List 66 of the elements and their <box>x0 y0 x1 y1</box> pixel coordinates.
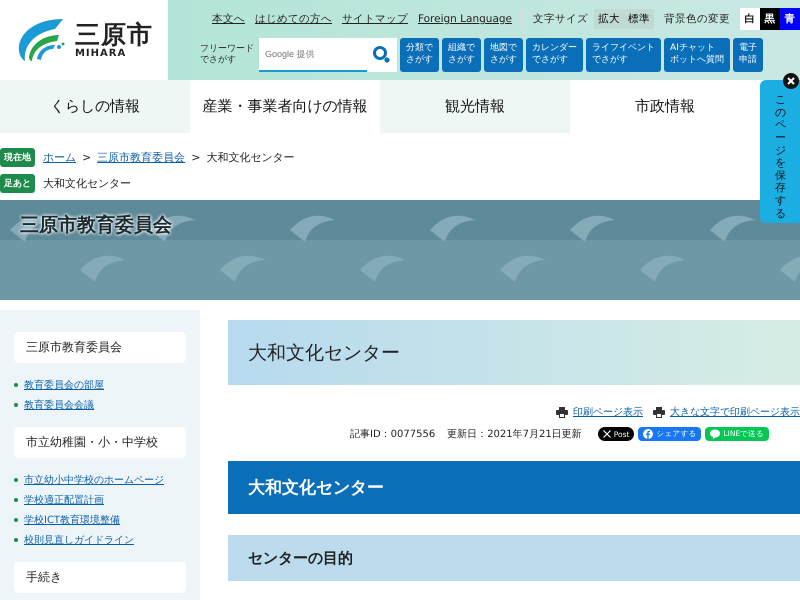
font-size-label: 文字サイズ <box>533 12 588 26</box>
utility-link[interactable]: はじめての方へ <box>254 12 332 26</box>
x-icon <box>602 430 611 438</box>
bullet-icon <box>14 518 18 522</box>
background-color-button[interactable]: 黒 <box>760 8 780 30</box>
sidebar-heading[interactable]: 手続き <box>14 562 186 593</box>
background-color-button[interactable]: 白 <box>740 8 760 30</box>
bullet-icon <box>14 403 18 407</box>
sidebar-heading[interactable]: 三原市教育委員会 <box>14 332 186 363</box>
font-size-button[interactable]: 標準 <box>624 9 654 29</box>
sidebar-link[interactable]: 学校ICT教育環境整備 <box>24 513 120 527</box>
bullet-icon <box>14 383 18 387</box>
quick-link-button[interactable]: 組織で さがす <box>442 38 481 72</box>
search-icon <box>372 45 392 65</box>
print-link[interactable]: 大きな文字で印刷ページ表示 <box>670 405 800 419</box>
chat-bubble-icon <box>710 429 720 439</box>
bullet-icon <box>14 498 18 502</box>
quick-link-button[interactable]: カレンダー でさがす <box>526 38 583 72</box>
breadcrumb-current: 大和文化センター <box>206 150 294 164</box>
font-size-button[interactable]: 拡大 <box>594 9 624 29</box>
search-label: フリーワード でさがす <box>200 44 254 66</box>
search-field[interactable]: Google 提供 <box>258 38 367 72</box>
footprint-text: 大和文化センター <box>43 176 131 190</box>
section-heading: 大和文化センター <box>228 461 800 514</box>
print-link[interactable]: 印刷ページ表示 <box>573 405 643 419</box>
main-nav-tab[interactable]: 観光情報 <box>380 80 570 133</box>
sidebar-link[interactable]: 教育委員会の部屋 <box>24 378 104 392</box>
quick-link-button[interactable]: 地図で さがす <box>484 38 523 72</box>
city-name: 三原市 <box>74 20 153 48</box>
printer-icon <box>653 406 665 418</box>
breadcrumb-separator: > <box>82 150 92 164</box>
sidebar-link[interactable]: 校則見直しガイドライン <box>24 533 134 547</box>
breadcrumb-link[interactable]: ホーム <box>43 150 76 164</box>
facebook-icon <box>643 429 654 439</box>
main-nav-tab[interactable]: くらしの情報 <box>0 80 190 133</box>
sidebar-link[interactable]: 教育委員会会議 <box>24 398 94 412</box>
utility-link[interactable]: サイトマップ <box>342 12 408 26</box>
bullet-icon <box>14 478 18 482</box>
utility-link[interactable]: 本文へ <box>212 12 245 26</box>
quick-link-button[interactable]: ライフイベント でさがす <box>586 38 661 72</box>
breadcrumb-separator: > <box>191 150 200 164</box>
page-title: 大和文化センター <box>228 320 800 385</box>
updated-date: 更新日：2021年7月21日更新 <box>447 428 582 441</box>
banner-title: 三原市教育委員会 <box>19 213 173 238</box>
sidebar-heading[interactable]: 市立幼稚園・小・中学校 <box>14 427 186 458</box>
background-color-label: 背景色の変更 <box>664 12 730 26</box>
bullet-icon <box>14 538 18 542</box>
utility-link[interactable]: Foreign Language <box>418 13 512 25</box>
background-color-button[interactable]: 青 <box>780 8 800 30</box>
save-page-tab[interactable]: このページを保存する <box>760 80 800 223</box>
subsection-heading: センターの目的 <box>228 535 800 581</box>
location-badge: 現在地 <box>0 148 35 166</box>
sidebar-link[interactable]: 学校適正配置計画 <box>24 493 104 507</box>
breadcrumb-link[interactable]: 三原市教育委員会 <box>97 150 186 164</box>
sidebar-link[interactable]: 市立幼小中学校のホームページ <box>24 473 164 487</box>
close-icon <box>786 76 796 86</box>
city-subtitle: MIHARA <box>74 48 126 60</box>
main-nav-tab[interactable]: 市政情報 <box>570 80 760 133</box>
search-button[interactable] <box>366 38 397 72</box>
main-nav-tab[interactable]: 産業・事業者向けの情報 <box>190 80 380 133</box>
quick-link-button[interactable]: AIチャット ボットへ質問 <box>664 38 730 72</box>
printer-icon <box>556 406 568 418</box>
footprint-badge: 足あと <box>0 174 35 192</box>
quick-link-button[interactable]: 分類で さがす <box>400 38 439 72</box>
quick-link-button[interactable]: 電子 申請 <box>732 38 763 72</box>
article-id: 記事ID：0077556 <box>350 428 436 441</box>
